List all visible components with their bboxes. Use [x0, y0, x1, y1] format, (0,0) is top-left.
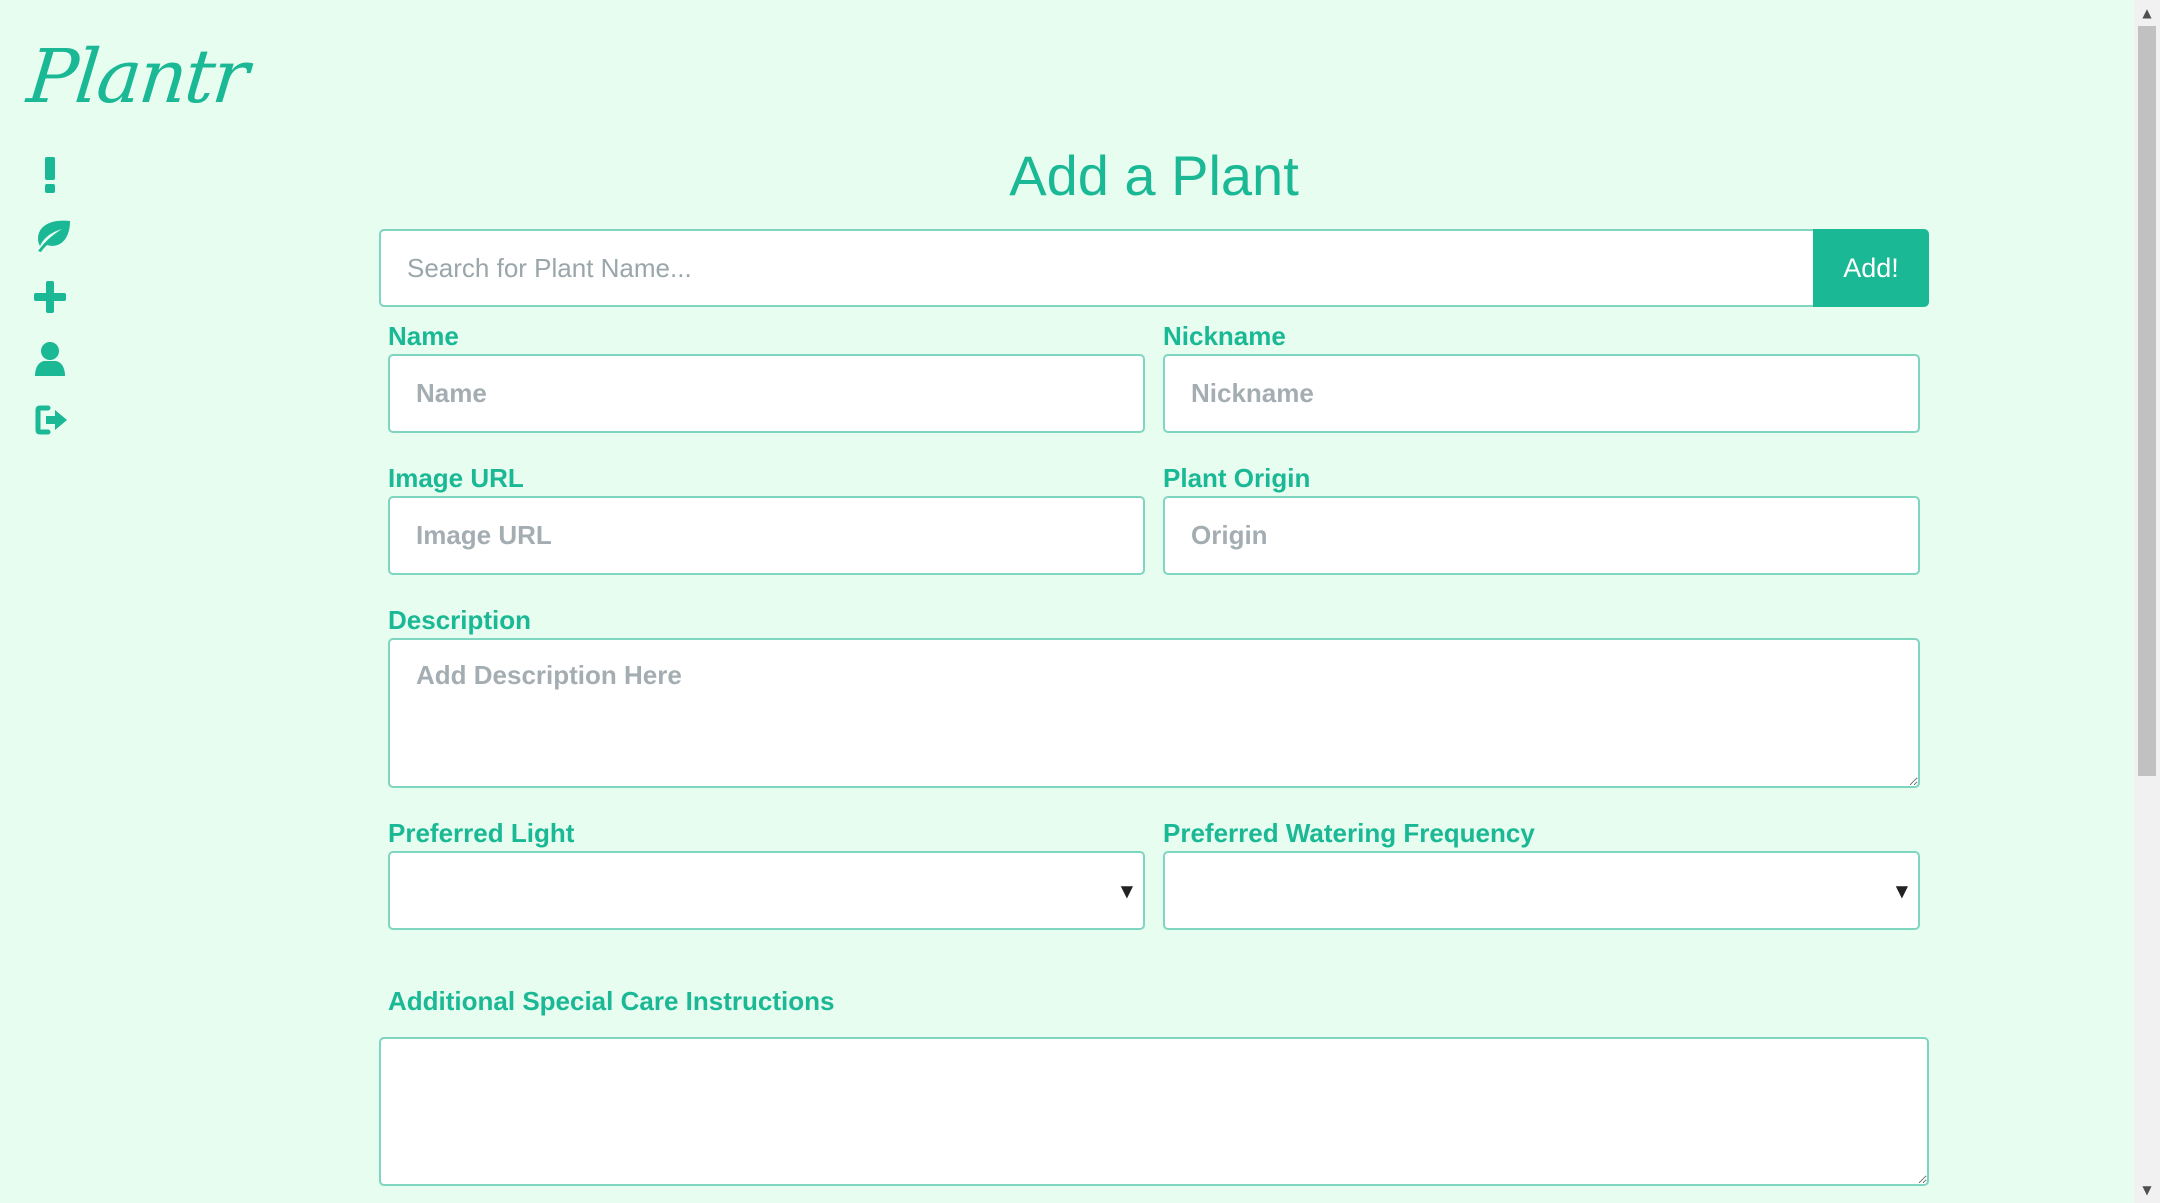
plus-icon — [34, 281, 66, 313]
page: Plantr Add a Plant Search for Plant Name… — [0, 0, 2160, 1203]
add-button[interactable]: Add! — [1813, 229, 1929, 307]
sign-out-icon — [35, 405, 69, 435]
special-care-field[interactable] — [379, 1037, 1929, 1186]
sidebar-item-logout[interactable] — [32, 400, 72, 440]
user-icon — [35, 342, 65, 376]
leaf-icon — [32, 219, 72, 253]
plant-search-input[interactable] — [379, 229, 1813, 307]
origin-label: Plant Origin — [1163, 463, 1311, 493]
sidebar-item-profile[interactable] — [30, 339, 70, 379]
origin-field[interactable] — [1163, 496, 1920, 575]
page-scrollbar[interactable]: ▲ ▼ — [2134, 0, 2160, 1203]
app-logo[interactable]: Plantr — [23, 34, 250, 120]
chevron-down-icon: ▼ — [1895, 881, 1908, 900]
description-label: Description — [388, 605, 532, 635]
sidebar-item-plants[interactable] — [32, 216, 72, 256]
sidebar-item-add[interactable] — [30, 277, 70, 317]
preferred-watering-select[interactable]: ▼ — [1163, 851, 1920, 930]
name-label: Name — [388, 321, 459, 351]
scroll-up-arrow-icon[interactable]: ▲ — [2134, 2, 2160, 24]
scroll-down-arrow-icon[interactable]: ▼ — [2134, 1179, 2160, 1201]
description-field[interactable] — [388, 638, 1920, 788]
image-url-field[interactable] — [388, 496, 1145, 575]
exclamation-icon — [43, 157, 57, 193]
nickname-field[interactable] — [1163, 354, 1920, 433]
preferred-watering-label: Preferred Watering Frequency — [1163, 818, 1535, 848]
preferred-light-label: Preferred Light — [388, 818, 575, 848]
sidebar-item-alerts[interactable] — [30, 155, 70, 195]
image-url-label: Image URL — [388, 463, 524, 493]
page-title: Add a Plant — [1009, 144, 1299, 207]
nickname-label: Nickname — [1163, 321, 1286, 351]
preferred-light-select[interactable]: ▼ — [388, 851, 1145, 930]
special-care-label: Additional Special Care Instructions — [388, 986, 835, 1016]
name-field[interactable] — [388, 354, 1145, 433]
scroll-thumb[interactable] — [2138, 26, 2156, 776]
plant-search-bar: Add! — [379, 229, 1929, 307]
chevron-down-icon: ▼ — [1120, 881, 1133, 900]
